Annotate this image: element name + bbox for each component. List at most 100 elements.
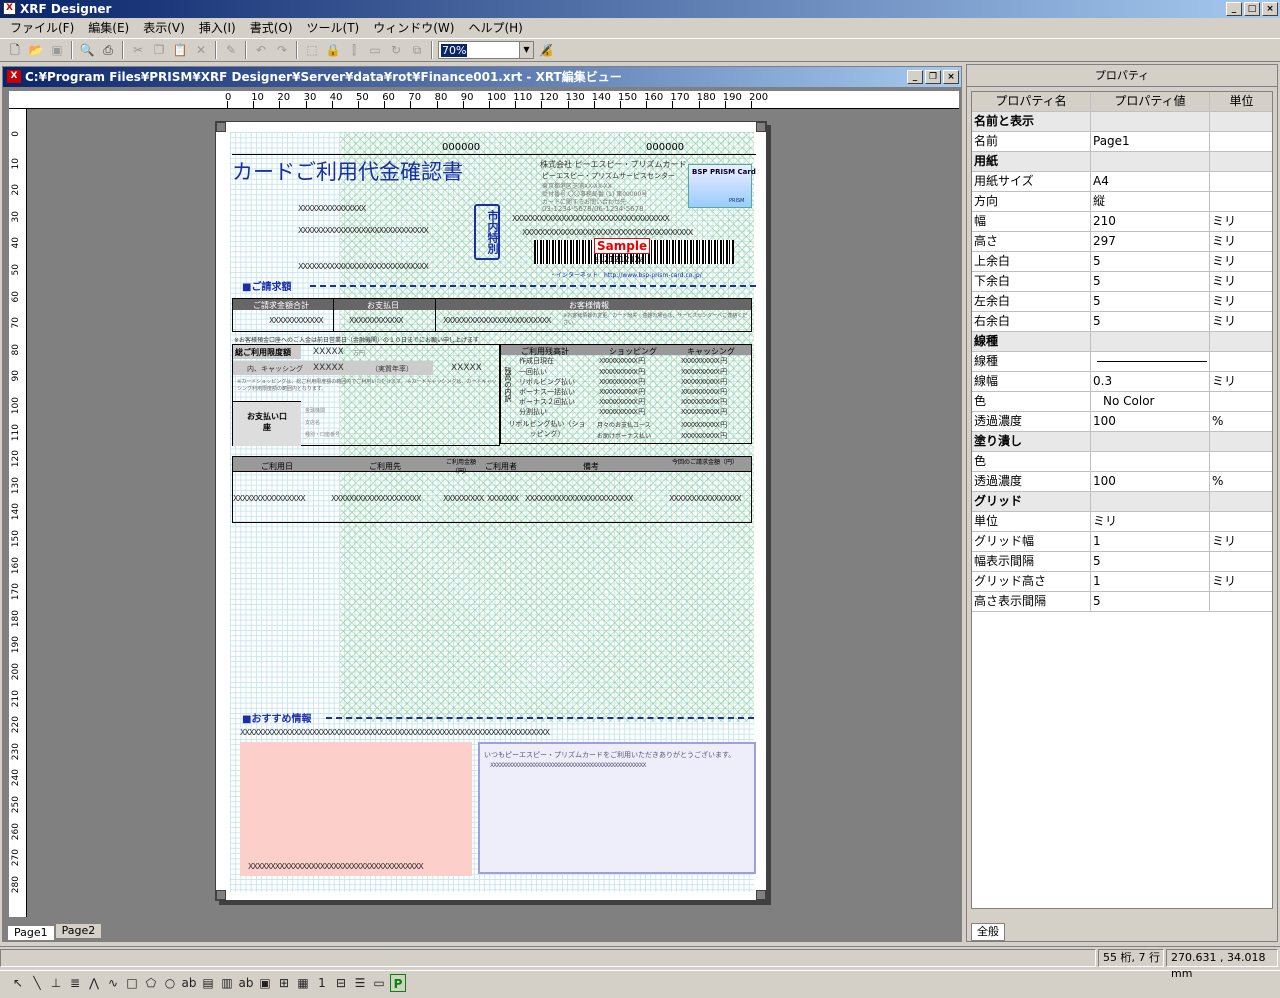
property-cell[interactable]: 縦 (1091, 192, 1210, 211)
property-cell[interactable]: No Color (1091, 392, 1210, 411)
property-cell[interactable] (1091, 152, 1210, 171)
property-group[interactable]: 名前と表示 (972, 112, 1272, 132)
cut-icon[interactable]: ✂ (129, 41, 147, 59)
property-row[interactable]: グリッド幅 1 ミリ (972, 532, 1272, 552)
resize-handle-ne[interactable] (756, 122, 766, 132)
property-cell[interactable]: 5 (1091, 252, 1210, 271)
menu-window[interactable]: ウィンドウ(W) (367, 19, 460, 37)
property-cell[interactable]: 5 (1091, 312, 1210, 331)
service-center[interactable]: ピーエスピー・プリズムサービスセンター (542, 171, 675, 181)
detail-header[interactable]: ご利用日 ご利用先 ご利用金額（円） ご利用者 備考 今回のご請求金額（円） (232, 456, 752, 475)
property-cell[interactable]: ミリ (1091, 512, 1210, 531)
property-row[interactable]: 単位 ミリ (972, 512, 1272, 532)
property-cell[interactable]: 1 (1091, 572, 1210, 591)
property-row[interactable]: 線種 (972, 352, 1272, 372)
distribute-icon[interactable]: ▭ (366, 41, 384, 59)
rectangle-icon[interactable]: □ (124, 974, 140, 992)
right-x-2[interactable]: XXXXXXXXXXXXXXXXXXXXXXXXXXXXXXXXXXXXXX (522, 228, 693, 237)
group-icon[interactable]: ⧉ (408, 41, 426, 59)
property-row[interactable]: 幅 210 ミリ (972, 212, 1272, 232)
print-icon[interactable]: ⎙ (99, 41, 117, 59)
property-row[interactable]: 透過濃度 100% (972, 412, 1272, 432)
property-header[interactable]: プロパティ名 プロパティ値 単位 (972, 92, 1272, 112)
property-cell[interactable]: 0.3 (1091, 372, 1210, 391)
align-icon[interactable]: ⫿ (345, 41, 363, 59)
doc-restore-button[interactable]: ❐ (925, 70, 941, 84)
property-cell[interactable]: 100 (1091, 412, 1210, 431)
minimize-button[interactable]: _ (1226, 2, 1242, 16)
menu-view[interactable]: 表示(V) (137, 19, 191, 37)
chart-icon[interactable]: ▦ (295, 974, 311, 992)
tab-page1[interactable]: Page1 (7, 925, 55, 941)
property-cell[interactable]: 297 (1091, 232, 1210, 251)
pointer-icon[interactable]: ↖ (10, 974, 26, 992)
menu-file[interactable]: ファイル(F) (4, 19, 80, 37)
redo-icon[interactable]: ↷ (273, 41, 291, 59)
format-painter-icon[interactable]: ✎ (222, 41, 240, 59)
column-icon[interactable]: 1 (314, 974, 330, 992)
resize-handle-nw[interactable] (216, 122, 226, 132)
property-cell[interactable]: 1 (1091, 532, 1210, 551)
code-1[interactable]: 000000 (442, 142, 480, 153)
billing-table[interactable]: ご請求金額合計 お支払日 お客様情報 XXXXXXXXXXXX XXXXXXXX… (232, 298, 752, 332)
picture-icon[interactable]: ▣ (257, 974, 273, 992)
open-folder-icon[interactable]: 📂 (27, 41, 45, 59)
menu-tools[interactable]: ツール(T) (301, 19, 366, 37)
internet-url[interactable]: ・インターネット http://www.bsp-prism-card.co.jp… (550, 270, 702, 279)
property-cell[interactable]: A4 (1091, 172, 1210, 191)
address-x-1[interactable]: XXXXXXXXXXXXXXX (298, 204, 366, 213)
property-row[interactable]: 名前 Page1 (972, 132, 1272, 152)
property-row[interactable]: 用紙サイズ A4 (972, 172, 1272, 192)
menu-insert[interactable]: 挿入(I) (193, 19, 242, 37)
barcode-text[interactable]: a12121212a (594, 255, 645, 264)
balance-table[interactable]: ご利用残高計 ショッピング キャッシング 残高の内訳 作成日現在 一回払い リボ… (500, 344, 752, 444)
field-icon[interactable]: ab (238, 974, 254, 992)
print-preview-icon[interactable]: 🔍 (78, 41, 96, 59)
limit-table[interactable]: 総ご利用限度額 XXXXX 万円 内、キャッシング XXXXX （実質年率） X… (232, 344, 500, 446)
line-icon[interactable]: ╲ (29, 974, 45, 992)
property-cell[interactable] (1091, 432, 1210, 451)
polygon-icon[interactable]: ⬠ (143, 974, 159, 992)
property-row[interactable]: 左余白 5 ミリ (972, 292, 1272, 312)
property-cell[interactable]: 100 (1091, 472, 1210, 491)
image-icon[interactable]: ▤ (200, 974, 216, 992)
zoom-dropdown[interactable]: 70% ▼ (438, 41, 534, 59)
property-row[interactable]: 高さ 297 ミリ (972, 232, 1272, 252)
paste-icon[interactable]: 📋 (171, 41, 189, 59)
curve-icon[interactable]: ∿ (105, 974, 121, 992)
barcode-icon[interactable]: ▥ (219, 974, 235, 992)
property-cell[interactable] (1091, 112, 1210, 131)
ellipse-icon[interactable]: ○ (162, 974, 178, 992)
resize-handle-sw[interactable] (216, 890, 226, 900)
phone[interactable]: 03-1234-5678/06-1234-5678 (542, 205, 644, 213)
undo-icon[interactable]: ↶ (252, 41, 270, 59)
doc-close-button[interactable]: × (943, 70, 959, 84)
property-row[interactable]: 上余白 5 ミリ (972, 252, 1272, 272)
stamp-box[interactable]: 市内特別 (474, 204, 500, 260)
property-row[interactable]: 色 No Color (972, 392, 1272, 412)
property-cell[interactable]: 5 (1091, 292, 1210, 311)
section-recommend[interactable]: ■おすすめ情報 (242, 710, 311, 725)
card-logo[interactable]: BSP PRISM Card PRISM (688, 164, 756, 208)
section-billing[interactable]: ■ご請求額 (242, 278, 291, 293)
lock-icon[interactable]: 🔒 (324, 41, 342, 59)
property-row[interactable]: 方向縦 (972, 192, 1272, 212)
property-row[interactable]: 色 (972, 452, 1272, 472)
property-row[interactable]: 下余白 5 ミリ (972, 272, 1272, 292)
property-group[interactable]: 塗り潰し (972, 432, 1272, 452)
property-row[interactable]: 右余白 5 ミリ (972, 312, 1272, 332)
recommend-message-box[interactable]: いつもピーエスピー・プリズムカードをご利用いただきありがとうございます。 XXX… (478, 742, 756, 874)
property-cell[interactable] (1091, 452, 1210, 471)
sample-stamp[interactable]: Sample (594, 238, 651, 254)
property-group[interactable]: グリッド (972, 492, 1272, 512)
chevron-down-icon[interactable]: ▼ (519, 42, 533, 58)
layout-icon[interactable]: ☰ (352, 974, 368, 992)
rotate-icon[interactable]: ↻ (387, 41, 405, 59)
company-name[interactable]: 株式会社 ピーエスピー・プリズムカード (540, 159, 687, 170)
properties-grid[interactable]: プロパティ名 プロパティ値 単位 名前と表示 名前 Page1 用紙 用紙サイズ A4 方向縦幅 2… (971, 91, 1273, 909)
property-row[interactable]: 線幅 0.3 ミリ (972, 372, 1272, 392)
property-cell[interactable]: 5 (1091, 272, 1210, 291)
grid-icon[interactable]: ⊟ (333, 974, 349, 992)
form-heading[interactable]: カードご利用代金確認書 (232, 156, 463, 186)
property-cell[interactable]: 5 (1091, 552, 1210, 571)
